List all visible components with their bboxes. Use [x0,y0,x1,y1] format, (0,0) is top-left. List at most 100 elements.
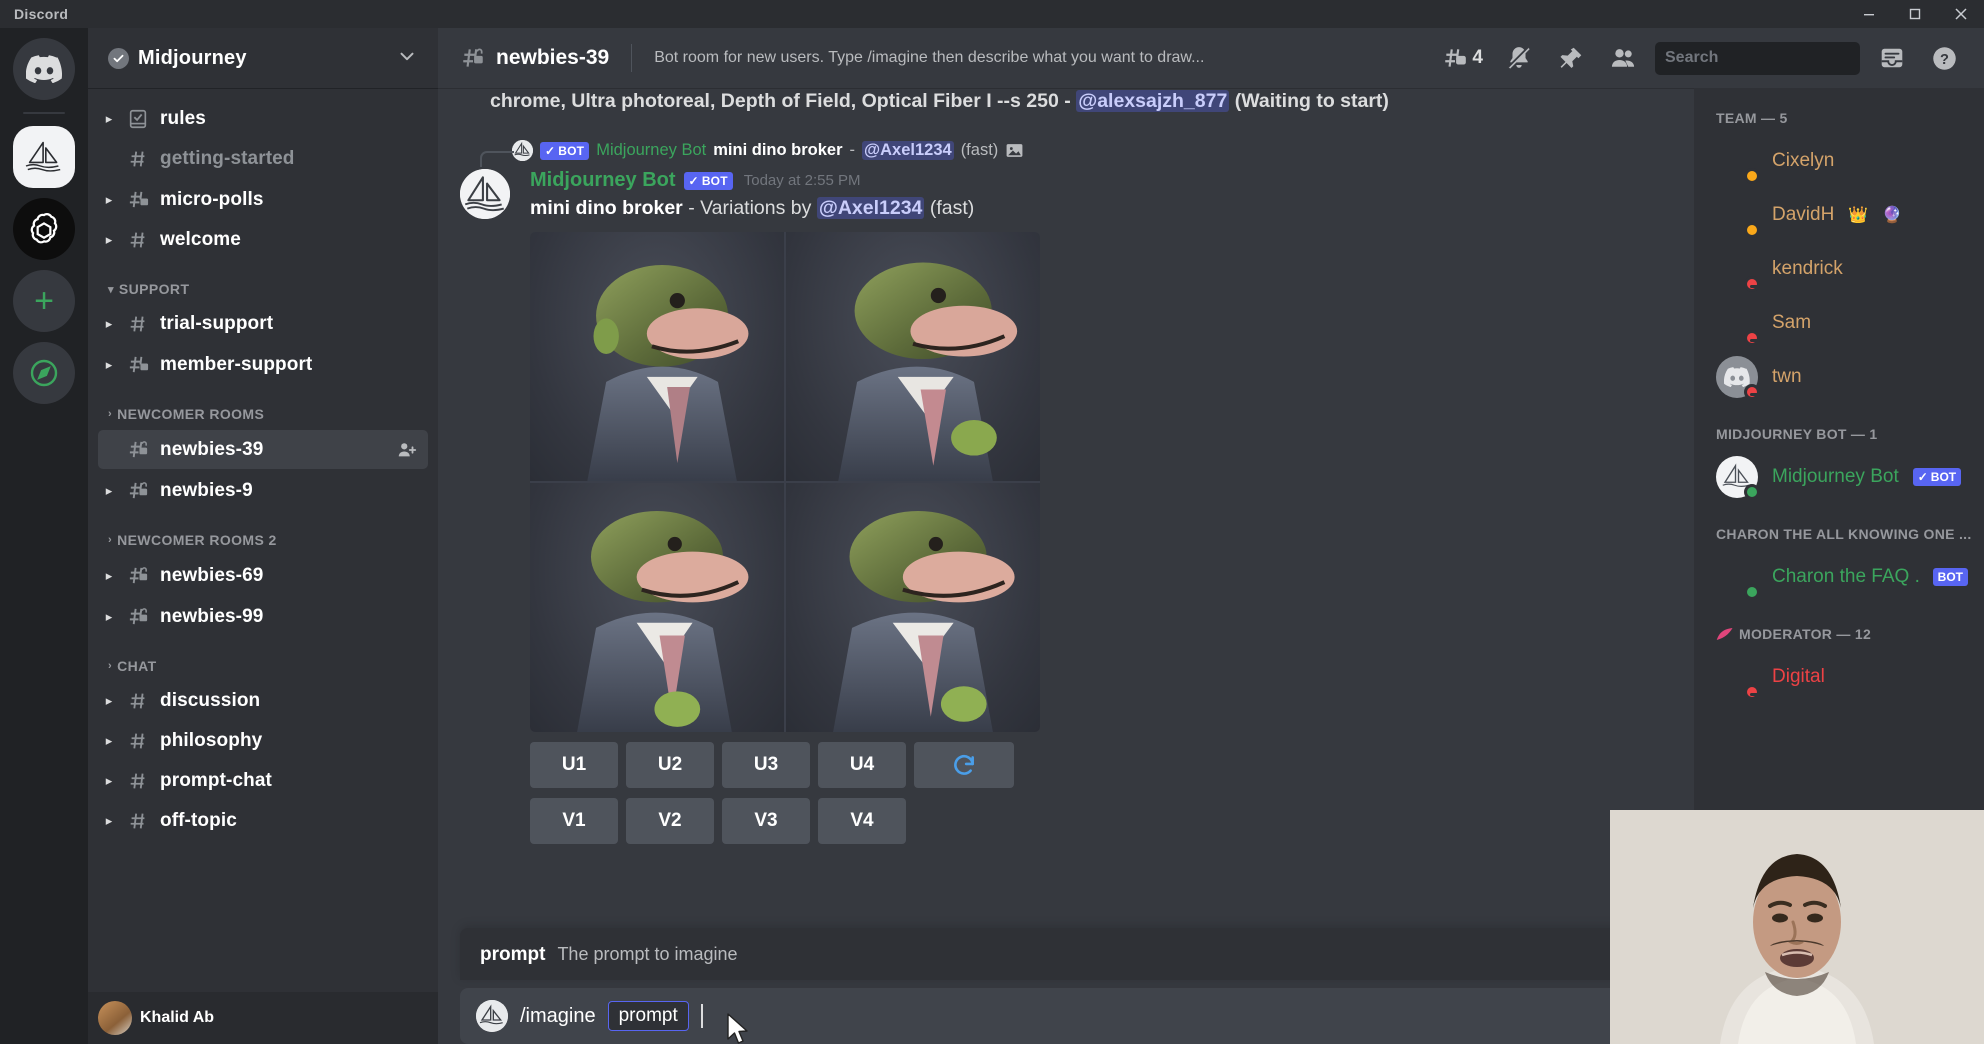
sidebar-item-server-midjourney[interactable] [13,126,75,188]
sidebar-item-newbies-69[interactable]: ▸ newbies-69 [98,556,428,595]
member-item[interactable]: kendrick [1694,242,1984,296]
member-item[interactable]: Midjourney Bot ✓ BOT [1694,450,1984,504]
sidebar-item-explore-servers[interactable] [13,342,75,404]
sidebar-item-trial-support[interactable]: ▸ trial-support [98,305,428,343]
message-author[interactable]: Midjourney Bot [530,169,676,192]
channel-label: philosophy [160,730,263,751]
reroll-button[interactable] [914,742,1014,789]
upscale-button-row: U1 U2 U3 U4 [530,742,1654,789]
message-composer[interactable]: /imagine prompt [460,988,1674,1044]
message-list[interactable]: chrome, Ultra photoreal, Depth of Field,… [438,88,1694,928]
maximize-button[interactable] [1892,0,1938,28]
upscale-button-u4[interactable]: U4 [818,742,906,789]
expand-arrow-icon[interactable]: ▸ [102,483,116,499]
expand-arrow-icon[interactable]: ▸ [102,192,116,208]
sidebar-item-newbies-99[interactable]: ▸ newbies-99 [98,597,428,636]
variation-button-v1[interactable]: V1 [530,798,618,845]
avatar [1716,248,1760,292]
sidebar-item-prompt-chat[interactable]: ▸ prompt-chat [98,762,428,800]
command-autocomplete[interactable]: prompt The prompt to imagine [460,928,1674,980]
sidebar-item-newbies-9[interactable]: ▸ newbies-9 [98,471,428,510]
expand-arrow-icon[interactable]: ▸ [102,813,116,829]
member-item[interactable]: twn [1694,350,1984,404]
member-item[interactable]: DavidH 👑 🔮 [1694,188,1984,242]
category-newcomer-rooms[interactable]: › NEWCOMER ROOMS [88,386,438,428]
user-mention[interactable]: @Axel1234 [816,197,925,220]
sidebar-item-member-support[interactable]: ▸ member-support [98,345,428,384]
reply-author[interactable]: Midjourney Bot [596,141,706,160]
expand-arrow-icon[interactable]: ▸ [102,232,116,248]
expand-arrow-icon[interactable]: ▸ [102,357,116,373]
sidebar-item-add-server[interactable]: + [13,270,75,332]
channel-topic[interactable]: Bot room for new users. Type /imagine th… [654,49,1422,67]
members-icon [1611,49,1635,67]
command-option-chip[interactable]: prompt [607,1001,689,1031]
prompt-text: chrome, Ultra photoreal, Depth of Field,… [490,90,1059,112]
expand-arrow-icon[interactable]: ▸ [102,693,116,709]
reply-reference[interactable]: ✓ BOT Midjourney Bot mini dino broker - … [438,140,1674,168]
category-support[interactable]: ▾ SUPPORT [88,261,438,303]
inbox-button[interactable] [1866,36,1918,80]
sidebar-item-server-openai[interactable] [13,198,75,260]
expand-arrow-icon[interactable]: ▸ [102,773,116,789]
guild-header[interactable]: Midjourney [88,28,438,88]
close-button[interactable] [1938,0,1984,28]
message-text: chrome, Ultra photoreal, Depth of Field,… [460,88,1460,114]
image-tile-2[interactable] [786,232,1040,482]
avatar[interactable] [460,169,510,220]
user-mention[interactable]: @alexsajzh_877 [1076,90,1230,112]
variation-button-v4[interactable]: V4 [818,798,906,845]
sidebar-item-welcome[interactable]: ▸ welcome [98,221,428,259]
sidebar-item-micro-polls[interactable]: ▸ micro-polls [98,180,428,219]
member-item[interactable]: Charon the FAQ ... BOT [1694,550,1984,604]
search-box[interactable] [1655,41,1884,75]
avatar [1716,556,1760,600]
member-item[interactable]: Sam [1694,296,1984,350]
member-item[interactable]: Cixelyn [1694,134,1984,188]
channel-list[interactable]: ▸ rules ▸ getting-started ▸ [88,88,438,992]
variation-button-v2[interactable]: V2 [626,798,714,845]
upscale-button-u3[interactable]: U3 [722,742,810,789]
add-member-icon[interactable] [396,439,418,461]
search-input[interactable] [1665,49,1884,67]
autocomplete-option[interactable]: prompt The prompt to imagine [480,944,1654,966]
sidebar-item-getting-started[interactable]: ▸ getting-started [98,140,428,178]
minimize-button[interactable] [1846,0,1892,28]
variation-button-v3[interactable]: V3 [722,798,810,845]
category-newcomer-rooms-2[interactable]: › NEWCOMER ROOMS 2 [88,512,438,554]
bot-badge-label: BOT [701,173,728,188]
help-button[interactable]: ? [1918,36,1970,80]
sidebar-item-rules[interactable]: ▸ rules [98,100,428,138]
user-mention[interactable]: @Axel1234 [862,141,954,161]
expand-arrow-icon[interactable]: ▸ [102,609,116,625]
sidebar-item-newbies-39[interactable]: ▸ newbies-39 [98,430,428,469]
avatar[interactable] [98,1001,132,1035]
member-list-button[interactable] [1597,36,1649,80]
expand-arrow-icon[interactable]: ▸ [102,568,116,584]
upscale-button-u1[interactable]: U1 [530,742,618,789]
autocomplete-option-description: The prompt to imagine [557,944,738,964]
sidebar-item-discord-home[interactable] [13,38,75,100]
member-name: Cixelyn [1772,150,1835,171]
expand-arrow-icon[interactable]: ▸ [102,316,116,332]
pinned-messages-button[interactable] [1545,36,1597,80]
expand-arrow-icon[interactable]: ▸ [102,733,116,749]
notifications-button[interactable] [1493,36,1545,80]
sidebar-item-philosophy[interactable]: ▸ philosophy [98,722,428,760]
image-tile-4[interactable] [786,483,1040,733]
sidebar-item-discussion[interactable]: ▸ discussion [98,682,428,720]
chevron-down-icon[interactable] [396,45,418,72]
member-item[interactable]: Digital [1694,650,1984,704]
threads-button[interactable]: 4 [1432,36,1493,80]
image-tile-3[interactable] [530,483,784,733]
upscale-button-u2[interactable]: U2 [626,742,714,789]
hash-icon [124,148,152,170]
generated-image-grid[interactable] [530,232,1040,733]
channel-label: micro-polls [160,188,264,210]
expand-arrow-icon[interactable]: ▸ [102,111,116,127]
separator: - [688,197,695,220]
sidebar-item-off-topic[interactable]: ▸ off-topic [98,802,428,840]
image-tile-1[interactable] [530,232,784,482]
user-panel[interactable]: Khalid Ab [88,992,438,1044]
category-chat[interactable]: › CHAT [88,638,438,680]
